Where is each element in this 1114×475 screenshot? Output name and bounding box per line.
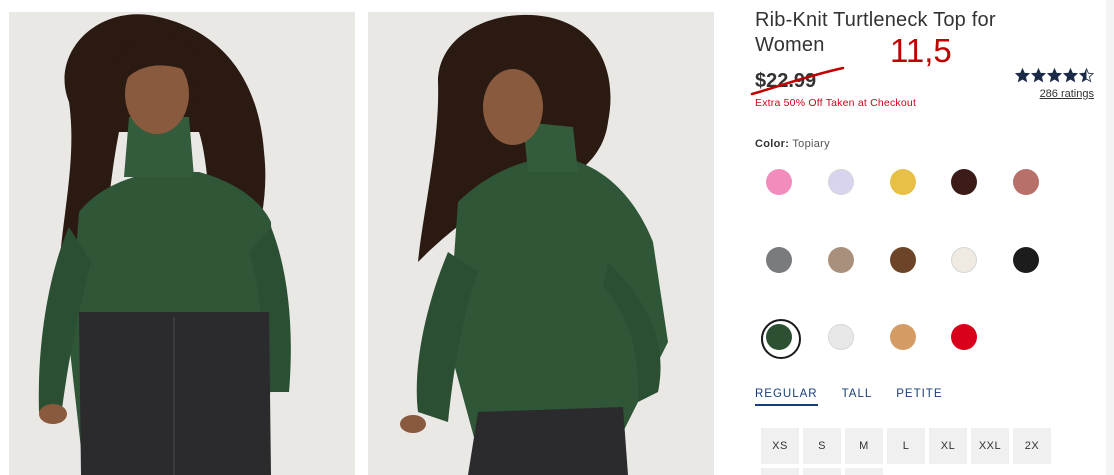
color-swatch[interactable] <box>766 169 792 195</box>
size-s-button[interactable]: S <box>803 428 841 464</box>
color-swatch[interactable] <box>1013 169 1039 195</box>
color-swatch[interactable] <box>890 169 916 195</box>
color-swatch-selected[interactable] <box>761 319 801 359</box>
star-icon <box>1047 68 1062 83</box>
model-back-illustration <box>368 12 714 475</box>
product-image-back[interactable] <box>368 12 714 475</box>
color-swatch[interactable] <box>890 324 916 350</box>
selected-color-name: Topiary <box>792 138 830 150</box>
size-l-button[interactable]: L <box>887 428 925 464</box>
color-label-prefix: Color: <box>755 138 790 150</box>
star-icon <box>1079 68 1094 83</box>
product-page: Rib-Knit Turtleneck Top for Women 11,5 $… <box>0 0 1114 475</box>
size-button-partial[interactable] <box>803 468 841 475</box>
size-xl-button[interactable]: XL <box>929 428 967 464</box>
color-swatch[interactable] <box>951 324 977 350</box>
tab-petite[interactable]: PETITE <box>896 388 942 406</box>
product-image-front[interactable] <box>9 12 355 475</box>
size-options-second-row <box>761 468 883 475</box>
rating-summary[interactable]: 286 ratings <box>999 68 1094 100</box>
size-options: XS S M L XL XXL 2X <box>761 428 1051 464</box>
page-scrollbar[interactable] <box>1106 0 1114 475</box>
color-swatch[interactable] <box>828 247 854 273</box>
size-xs-button[interactable]: XS <box>761 428 799 464</box>
size-button-partial[interactable] <box>845 468 883 475</box>
ratings-link[interactable]: 286 ratings <box>999 88 1094 100</box>
color-swatch[interactable] <box>828 169 854 195</box>
size-2x-button[interactable]: 2X <box>1013 428 1051 464</box>
handwritten-annotation: 11,5 <box>890 32 952 69</box>
original-price: $22.99 <box>755 70 817 92</box>
star-icon <box>1015 68 1030 83</box>
tab-tall[interactable]: TALL <box>842 388 873 406</box>
promo-text: Extra 50% Off Taken at Checkout <box>755 97 917 109</box>
fit-tabs: REGULAR TALL PETITE <box>755 388 943 406</box>
star-icon <box>1063 68 1078 83</box>
color-label: Color: Topiary <box>755 138 830 150</box>
rating-stars <box>999 68 1094 83</box>
color-swatch[interactable] <box>1013 247 1039 273</box>
color-swatch[interactable] <box>828 324 854 350</box>
color-swatch[interactable] <box>890 247 916 273</box>
size-xxl-button[interactable]: XXL <box>971 428 1009 464</box>
size-m-button[interactable]: M <box>845 428 883 464</box>
model-front-illustration <box>9 12 355 475</box>
size-button-partial[interactable] <box>761 468 799 475</box>
star-icon <box>1031 68 1046 83</box>
product-info: Rib-Knit Turtleneck Top for Women 11,5 $… <box>750 0 1100 475</box>
color-swatch[interactable] <box>951 247 977 273</box>
color-swatch[interactable] <box>766 247 792 273</box>
tab-regular[interactable]: REGULAR <box>755 388 818 406</box>
color-swatch[interactable] <box>951 169 977 195</box>
